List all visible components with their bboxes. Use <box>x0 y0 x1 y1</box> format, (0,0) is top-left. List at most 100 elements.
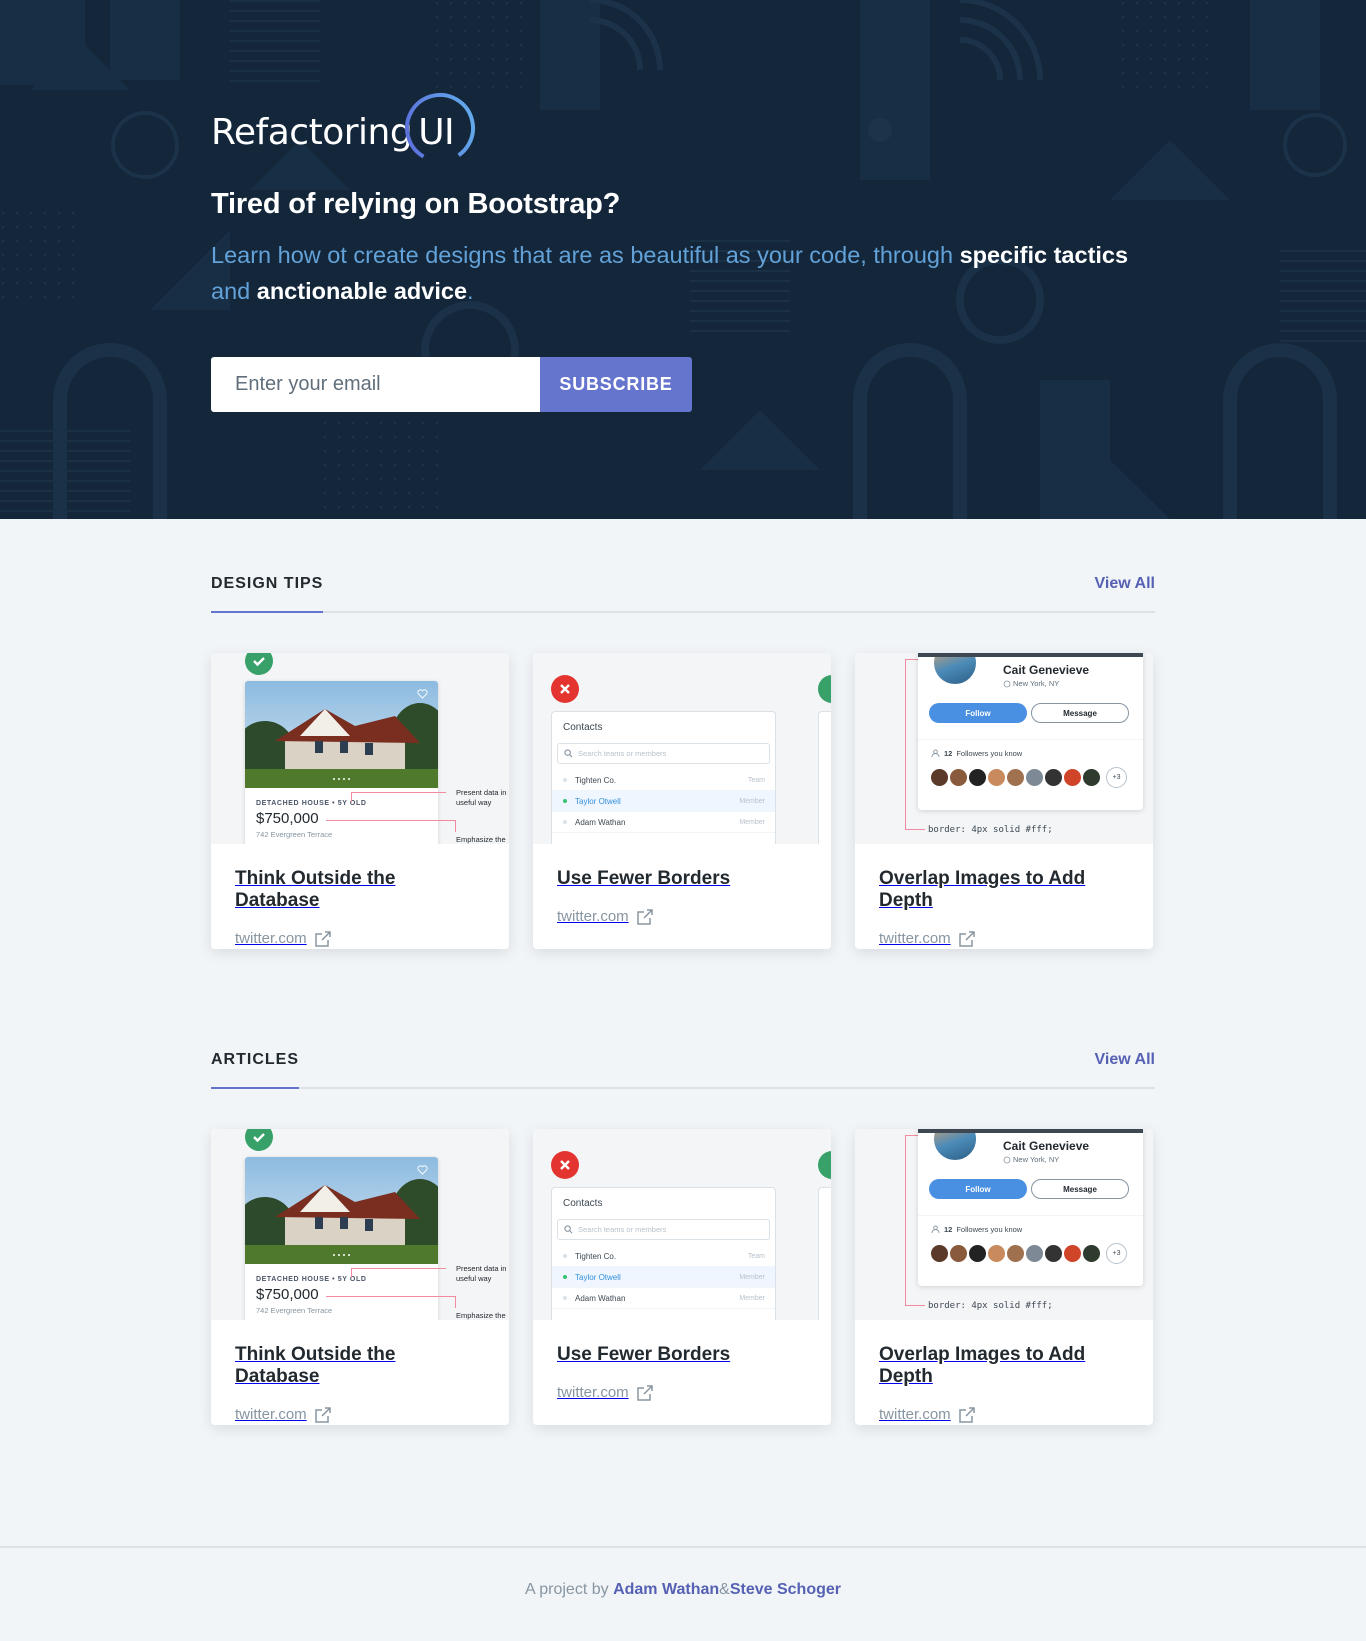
listing-price: $750,000 <box>256 810 319 827</box>
subtitle-bold-2: anctionable advice <box>256 278 468 304</box>
hero-banner: Refactoring UI Tired of relying on Boots… <box>0 0 1366 519</box>
search-icon <box>564 1225 573 1234</box>
annotation-emphasize: Emphasize the <box>456 1311 506 1320</box>
card-source: twitter.com <box>557 908 807 925</box>
author-link-steve[interactable]: Steve Schoger <box>730 1581 841 1599</box>
card-thumbnail: Cait Genevieve New York, NY Follow Messa… <box>855 1129 1153 1320</box>
footer-prefix: A project by <box>525 1581 609 1598</box>
contact-row-selected: Taylor Otwell Member <box>552 1267 775 1288</box>
x-badge-icon <box>551 675 579 703</box>
card-thumbnail: DETACHED HOUSE • 5Y OLD $750,000 742 Eve… <box>211 653 509 844</box>
card-title: Think Outside the Database <box>235 1344 396 1387</box>
x-badge-icon <box>551 1151 579 1179</box>
heart-icon <box>417 689 428 699</box>
section-title: ARTICLES <box>211 1051 299 1089</box>
card-grid: DETACHED HOUSE • 5Y OLD $750,000 742 Eve… <box>211 653 1155 949</box>
card[interactable]: DETACHED HOUSE • 5Y OLD $750,000 742 Eve… <box>211 653 509 949</box>
code-annotation: border: 4px solid #fff; <box>928 825 1053 835</box>
card-source-label: twitter.com <box>879 1406 951 1423</box>
card-thumbnail: Cait Genevieve New York, NY Follow Messa… <box>855 653 1153 844</box>
contacts-mockup-ghost <box>818 1187 831 1320</box>
subtitle-bold-1: specific tactics <box>959 242 1129 268</box>
profile-name: Cait Genevieve <box>1003 1139 1090 1153</box>
card-source-label: twitter.com <box>557 1384 629 1401</box>
location-pin-icon <box>1003 680 1011 687</box>
card-source: twitter.com <box>879 930 1129 947</box>
subtitle-part-1: Learn how ot create designs that are as … <box>211 242 960 268</box>
card-source-label: twitter.com <box>879 930 951 947</box>
annotation-emphasize: Emphasize the <box>456 835 506 844</box>
avatar <box>931 653 979 687</box>
annotation-present-data: Present data in useful way <box>456 1264 507 1283</box>
listing-address: 742 Evergreen Terrace <box>256 830 333 839</box>
newsletter-form: SUBSCRIBE <box>211 357 1155 412</box>
logo-ui-mark: UI <box>405 92 476 163</box>
view-all-link[interactable]: View All <box>1095 1051 1155 1087</box>
contact-row-selected: Taylor Otwell Member <box>552 791 775 812</box>
card[interactable]: Cait Genevieve New York, NY Follow Messa… <box>855 653 1153 949</box>
external-link-icon <box>314 1406 331 1423</box>
card-source: twitter.com <box>235 930 485 947</box>
check-badge-icon <box>818 675 831 703</box>
contact-row: Tighten Co. Team <box>552 1246 775 1267</box>
subtitle-part-3: . <box>467 278 474 304</box>
card[interactable]: Contacts Search teams or members Tighten… <box>533 653 831 949</box>
section-header: ARTICLES View All <box>211 1051 1155 1089</box>
message-button: Message <box>1031 703 1129 723</box>
heart-icon <box>417 1165 428 1175</box>
contacts-search: Search teams or members <box>557 1219 770 1240</box>
external-link-icon <box>958 1406 975 1423</box>
follow-button: Follow <box>929 1179 1027 1199</box>
search-icon <box>564 749 573 758</box>
user-icon <box>931 749 940 758</box>
card-title: Think Outside the Database <box>235 868 396 911</box>
message-button: Message <box>1031 1179 1129 1199</box>
profile-location: New York, NY <box>1003 1155 1059 1164</box>
card-source: twitter.com <box>557 1384 807 1401</box>
design-tips-section: DESIGN TIPS View All DETACHED HOUSE • 5Y… <box>211 519 1155 949</box>
user-icon <box>931 1225 940 1234</box>
card-source: twitter.com <box>235 1406 485 1423</box>
card-source-label: twitter.com <box>235 930 307 947</box>
profile-name: Cait Genevieve <box>1003 663 1090 677</box>
logo[interactable]: Refactoring UI <box>211 92 1155 168</box>
card-grid: DETACHED HOUSE • 5Y OLD $750,000 742 Eve… <box>211 1129 1155 1425</box>
card[interactable]: Cait Genevieve New York, NY Follow Messa… <box>855 1129 1153 1425</box>
author-link-adam[interactable]: Adam Wathan <box>613 1581 719 1599</box>
card[interactable]: DETACHED HOUSE • 5Y OLD $750,000 742 Eve… <box>211 1129 509 1425</box>
subscribe-button[interactable]: SUBSCRIBE <box>540 357 692 412</box>
card[interactable]: Contacts Search teams or members Tighten… <box>533 1129 831 1425</box>
view-all-link[interactable]: View All <box>1095 575 1155 611</box>
contacts-mockup: Contacts Search teams or members Tighten… <box>551 711 776 844</box>
contacts-title: Contacts <box>563 722 603 733</box>
contacts-mockup: Contacts Search teams or members Tighten… <box>551 1187 776 1320</box>
email-input[interactable] <box>211 357 540 412</box>
subtitle-part-2: and <box>211 278 257 304</box>
footer: A project by Adam Wathan & Steve Schoger <box>0 1546 1366 1632</box>
contacts-mockup-ghost <box>818 711 831 844</box>
follower-avatars: +3 <box>929 1243 1127 1264</box>
card-title: Use Fewer Borders <box>557 1344 731 1365</box>
contact-row: Adam Wathan Member <box>552 812 775 833</box>
card-title: Overlap Images to Add Depth <box>879 868 1086 911</box>
location-pin-icon <box>1003 1156 1011 1163</box>
check-badge-icon <box>245 653 273 675</box>
contact-row: Adam Wathan Member <box>552 1288 775 1309</box>
footer-separator: & <box>719 1581 730 1598</box>
house-photo <box>245 1157 438 1264</box>
card-title: Overlap Images to Add Depth <box>879 1344 1086 1387</box>
external-link-icon <box>314 930 331 947</box>
house-photo <box>245 681 438 788</box>
contact-row: Tighten Co. Team <box>552 770 775 791</box>
card-source: twitter.com <box>879 1406 1129 1423</box>
card-thumbnail: DETACHED HOUSE • 5Y OLD $750,000 742 Eve… <box>211 1129 509 1320</box>
external-link-icon <box>958 930 975 947</box>
main-content: DESIGN TIPS View All DETACHED HOUSE • 5Y… <box>0 519 1366 1425</box>
listing-label: DETACHED HOUSE • 5Y OLD <box>256 800 367 807</box>
external-link-icon <box>636 908 653 925</box>
card-source-label: twitter.com <box>235 1406 307 1423</box>
listing-address: 742 Evergreen Terrace <box>256 1306 333 1315</box>
card-thumbnail: Contacts Search teams or members Tighten… <box>533 1129 831 1320</box>
card-body: Think Outside the Database twitter.com <box>211 1320 509 1425</box>
card-body: Think Outside the Database twitter.com <box>211 844 509 949</box>
